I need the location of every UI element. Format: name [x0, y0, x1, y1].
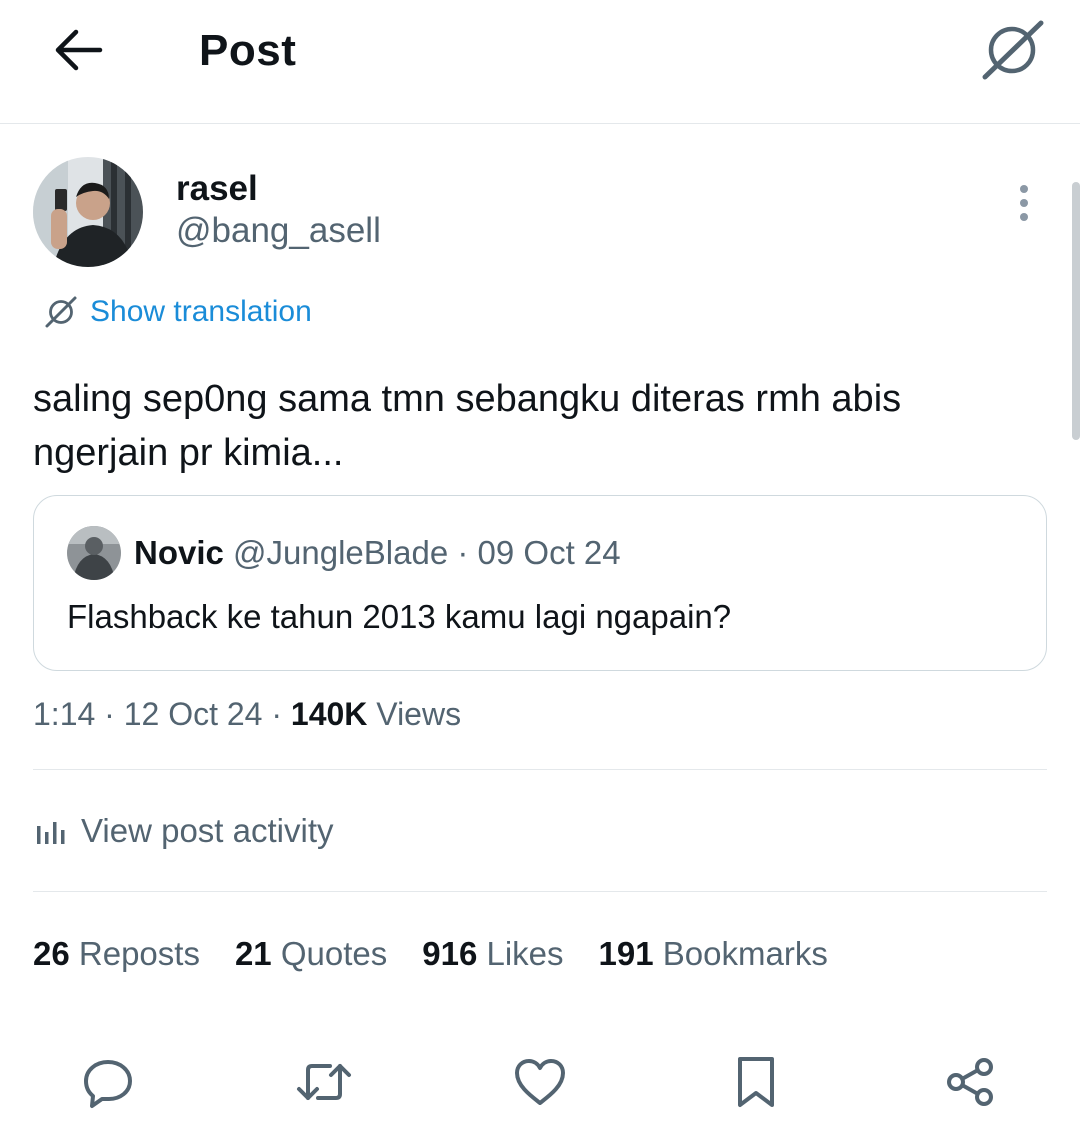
- quotes-count: 21: [234, 935, 272, 972]
- meta-separator: ·: [104, 696, 115, 732]
- post-text: saling sep0ng sama tmn sebangku diteras …: [33, 378, 902, 474]
- quoted-date: 09 Oct 24: [477, 534, 621, 571]
- more-dot-icon: [1020, 213, 1028, 221]
- view-post-activity-label: View post activity: [81, 812, 334, 849]
- more-dot-icon: [1020, 185, 1028, 193]
- author-avatar[interactable]: [33, 157, 143, 267]
- repost-icon: [297, 1064, 351, 1100]
- views-count: 140K: [290, 696, 368, 732]
- quoted-separator: ·: [457, 534, 469, 571]
- like-button[interactable]: [508, 1050, 572, 1114]
- bookmarks-count: 191: [598, 935, 654, 972]
- view-post-activity-link[interactable]: View post activity: [35, 812, 334, 850]
- grok-button[interactable]: [976, 14, 1048, 86]
- quoted-author-avatar: [67, 526, 121, 580]
- arrow-left-icon: [55, 29, 103, 71]
- engagement-stats: 26 Reposts 21 Quotes 916 Likes 191 Bookm…: [33, 935, 828, 973]
- share-button[interactable]: [938, 1050, 1002, 1114]
- quoted-author-name: Novic: [134, 534, 224, 571]
- reposts-count: 26: [33, 935, 70, 972]
- quoted-post-meta: Novic @JungleBlade · 09 Oct 24: [134, 534, 621, 572]
- likes-count: 916: [422, 935, 478, 972]
- author-display-name[interactable]: rasel: [176, 169, 258, 209]
- meta-separator: ·: [271, 696, 283, 732]
- quotes-label: Quotes: [280, 935, 388, 972]
- quoted-post-card[interactable]: Novic @JungleBlade · 09 Oct 24 Flashback…: [33, 495, 1047, 671]
- divider: [33, 891, 1047, 892]
- bookmarks-stat[interactable]: 191 Bookmarks: [599, 935, 828, 973]
- show-translation-link[interactable]: Show translation: [44, 295, 312, 329]
- show-translation-label: Show translation: [90, 295, 312, 328]
- page-title: Post: [199, 26, 297, 75]
- like-icon: [515, 1059, 565, 1105]
- reply-icon: [84, 1060, 132, 1108]
- likes-stat[interactable]: 916 Likes: [422, 935, 563, 973]
- divider: [33, 769, 1047, 770]
- quotes-stat[interactable]: 21 Quotes: [235, 935, 387, 973]
- likes-label: Likes: [486, 935, 564, 972]
- grok-icon: [982, 20, 1044, 80]
- post-time: 1:14: [33, 696, 96, 732]
- post-meta: 1:14 · 12 Oct 24 · 140K Views: [33, 696, 461, 733]
- quoted-post-text: Flashback ke tahun 2013 kamu lagi ngapai…: [67, 598, 732, 635]
- bookmark-icon: [738, 1057, 774, 1107]
- more-options-button[interactable]: [1006, 180, 1042, 226]
- repost-button[interactable]: [292, 1050, 356, 1114]
- bookmarks-label: Bookmarks: [662, 935, 828, 972]
- share-icon: [947, 1058, 993, 1106]
- reposts-label: Reposts: [78, 935, 200, 972]
- views-label: Views: [376, 696, 462, 732]
- grok-translate-icon: [45, 296, 77, 328]
- author-handle[interactable]: @bang_asell: [176, 211, 381, 251]
- quoted-author-handle: @JungleBlade: [233, 534, 449, 571]
- reposts-stat[interactable]: 26 Reposts: [33, 935, 200, 973]
- bookmark-button[interactable]: [724, 1050, 788, 1114]
- more-dot-icon: [1020, 199, 1028, 207]
- analytics-icon: [37, 822, 65, 844]
- reply-button[interactable]: [76, 1050, 140, 1114]
- scrollbar[interactable]: [1072, 182, 1080, 440]
- back-button[interactable]: [48, 22, 108, 78]
- top-bar: Post: [0, 0, 1080, 124]
- post-date: 12 Oct 24: [123, 696, 263, 732]
